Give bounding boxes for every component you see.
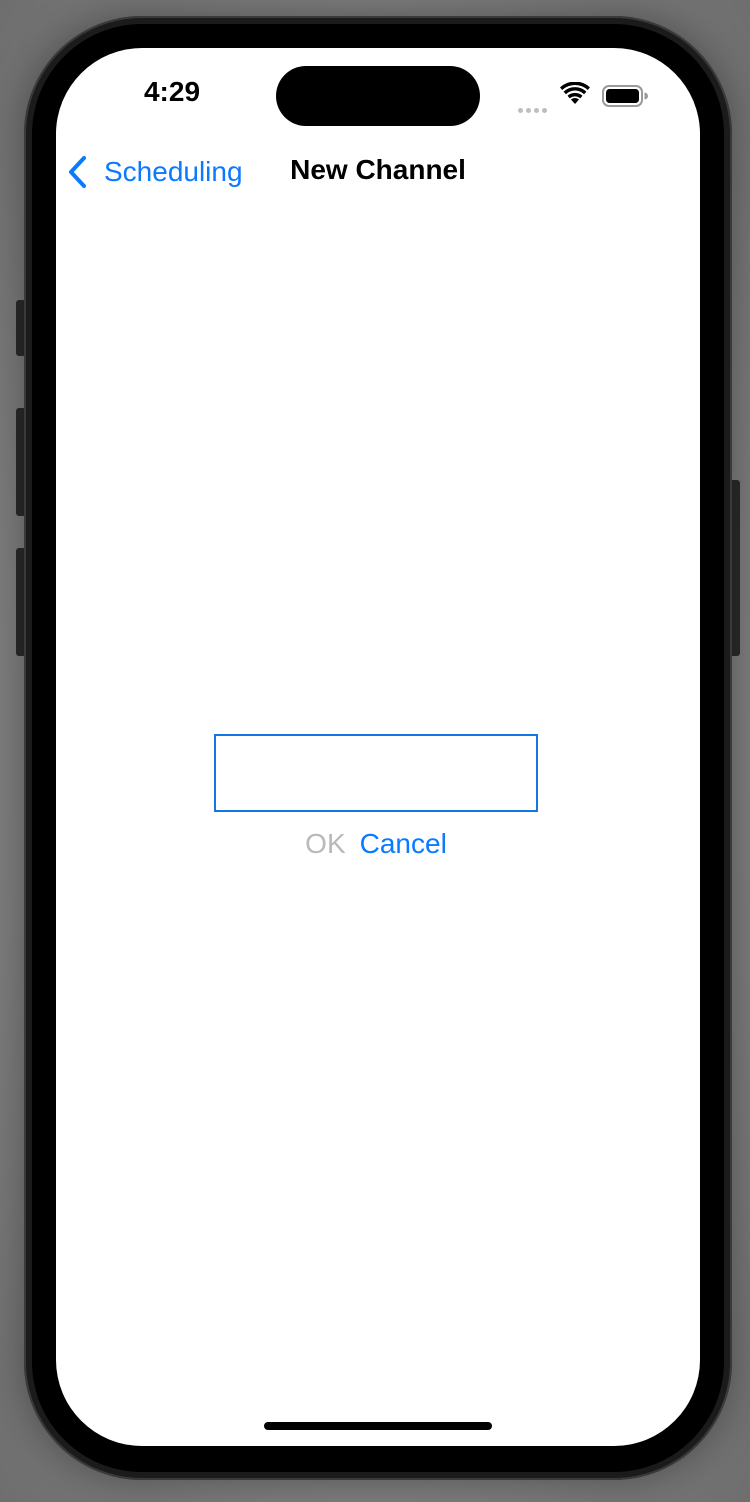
cancel-button[interactable]: Cancel [360,828,447,860]
chevron-left-icon [69,156,86,188]
back-button[interactable]: Scheduling [66,152,243,192]
dynamic-island [276,66,480,126]
status-time: 4:29 [143,76,201,107]
channel-name-input[interactable] [214,734,538,812]
dialog-actions: OK Cancel [214,828,538,860]
battery-icon [602,85,648,107]
screen: 4:29 Scheduling New Channel OK Cancel [56,48,700,1446]
page-title: New Channel [290,154,466,185]
back-button-label: Scheduling [104,156,243,187]
status-icons [516,82,648,113]
wifi-icon [560,82,590,104]
home-indicator[interactable] [264,1422,492,1430]
ok-button[interactable]: OK [305,828,345,860]
cellular-signal-icon [518,100,550,118]
